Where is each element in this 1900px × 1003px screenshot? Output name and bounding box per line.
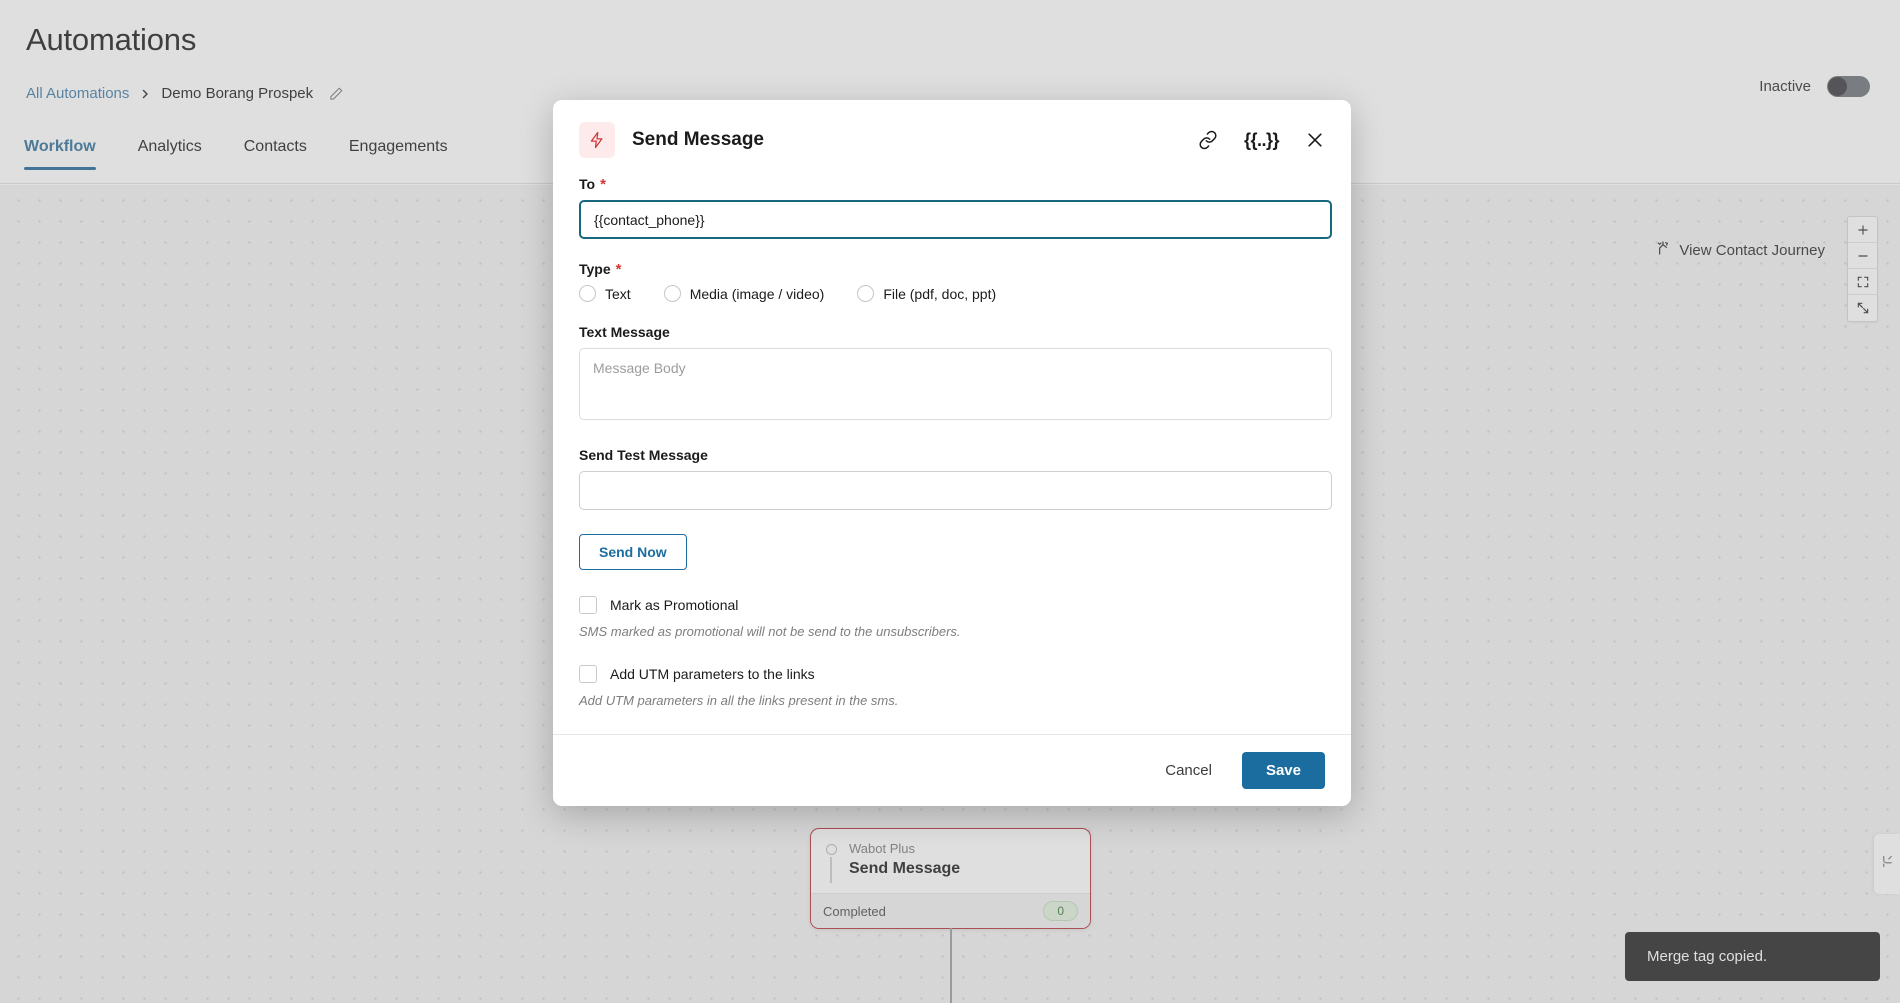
send-test-message-input[interactable] bbox=[579, 471, 1332, 510]
mark-as-promotional-label: Mark as Promotional bbox=[610, 597, 739, 613]
send-message-modal: Send Message {{..}} To * {{contact_phone… bbox=[553, 100, 1351, 806]
radio-circle bbox=[857, 285, 875, 302]
type-radio-group: Text Media (image / video) File (pdf, do… bbox=[579, 285, 1325, 302]
radio-type-media[interactable]: Media (image / video) bbox=[663, 285, 825, 302]
modal-footer: Cancel Save bbox=[553, 734, 1351, 806]
add-utm-hint: Add UTM parameters in all the links pres… bbox=[579, 693, 899, 708]
send-test-message-label: Send Test Message bbox=[579, 447, 1325, 463]
modal-header: Send Message {{..}} bbox=[553, 100, 1351, 172]
send-now-button[interactable]: Send Now bbox=[579, 534, 687, 570]
field-text-message: Text Message bbox=[579, 324, 1332, 425]
type-label: Type * bbox=[579, 261, 1325, 277]
type-label-text: Type bbox=[579, 261, 611, 277]
save-button[interactable]: Save bbox=[1241, 752, 1325, 789]
to-label-text: To bbox=[579, 176, 596, 192]
field-send-test-message: Send Test Message bbox=[579, 447, 1332, 510]
text-message-label-text: Text Message bbox=[579, 324, 670, 340]
modal-header-actions: {{..}} bbox=[1198, 130, 1325, 151]
radio-circle bbox=[579, 285, 596, 302]
required-marker: * bbox=[615, 260, 622, 278]
field-type: Type * Text Media (image / video) File (… bbox=[579, 261, 1325, 302]
radio-type-text-label: Text bbox=[605, 285, 631, 302]
link-icon[interactable] bbox=[1198, 130, 1218, 150]
modal-body: To * Type * Text Med bbox=[553, 172, 1351, 734]
field-to: To * bbox=[579, 176, 1332, 239]
add-utm-checkbox[interactable] bbox=[579, 665, 597, 683]
app-root: View Contact Journey Wabot Plus Send Mes… bbox=[0, 0, 1900, 1003]
modal-title: Send Message bbox=[632, 129, 764, 150]
lightning-bolt-icon bbox=[579, 122, 615, 158]
radio-type-text[interactable]: Text bbox=[579, 285, 631, 302]
radio-type-file[interactable]: File (pdf, doc, ppt) bbox=[857, 285, 996, 302]
checkbox-row-add-utm: Add UTM parameters to the links bbox=[579, 665, 1325, 683]
mark-as-promotional-checkbox[interactable] bbox=[579, 596, 597, 614]
text-message-label: Text Message bbox=[579, 324, 1325, 340]
checkbox-row-mark-as-promotional: Mark as Promotional bbox=[579, 596, 1325, 614]
mark-as-promotional-hint: SMS marked as promotional will not be se… bbox=[579, 624, 961, 639]
radio-type-file-label: File (pdf, doc, ppt) bbox=[883, 285, 997, 302]
to-input[interactable] bbox=[579, 200, 1332, 239]
send-test-message-label-text: Send Test Message bbox=[579, 447, 708, 463]
radio-circle bbox=[663, 285, 681, 302]
merge-tag-icon[interactable]: {{..}} bbox=[1244, 130, 1280, 151]
cancel-button[interactable]: Cancel bbox=[1159, 754, 1218, 787]
to-label: To * bbox=[579, 176, 1325, 192]
radio-type-media-label: Media (image / video) bbox=[689, 285, 825, 302]
text-message-textarea[interactable] bbox=[579, 348, 1332, 420]
add-utm-label: Add UTM parameters to the links bbox=[610, 666, 815, 682]
required-marker: * bbox=[600, 175, 606, 193]
close-icon[interactable] bbox=[1305, 130, 1325, 150]
